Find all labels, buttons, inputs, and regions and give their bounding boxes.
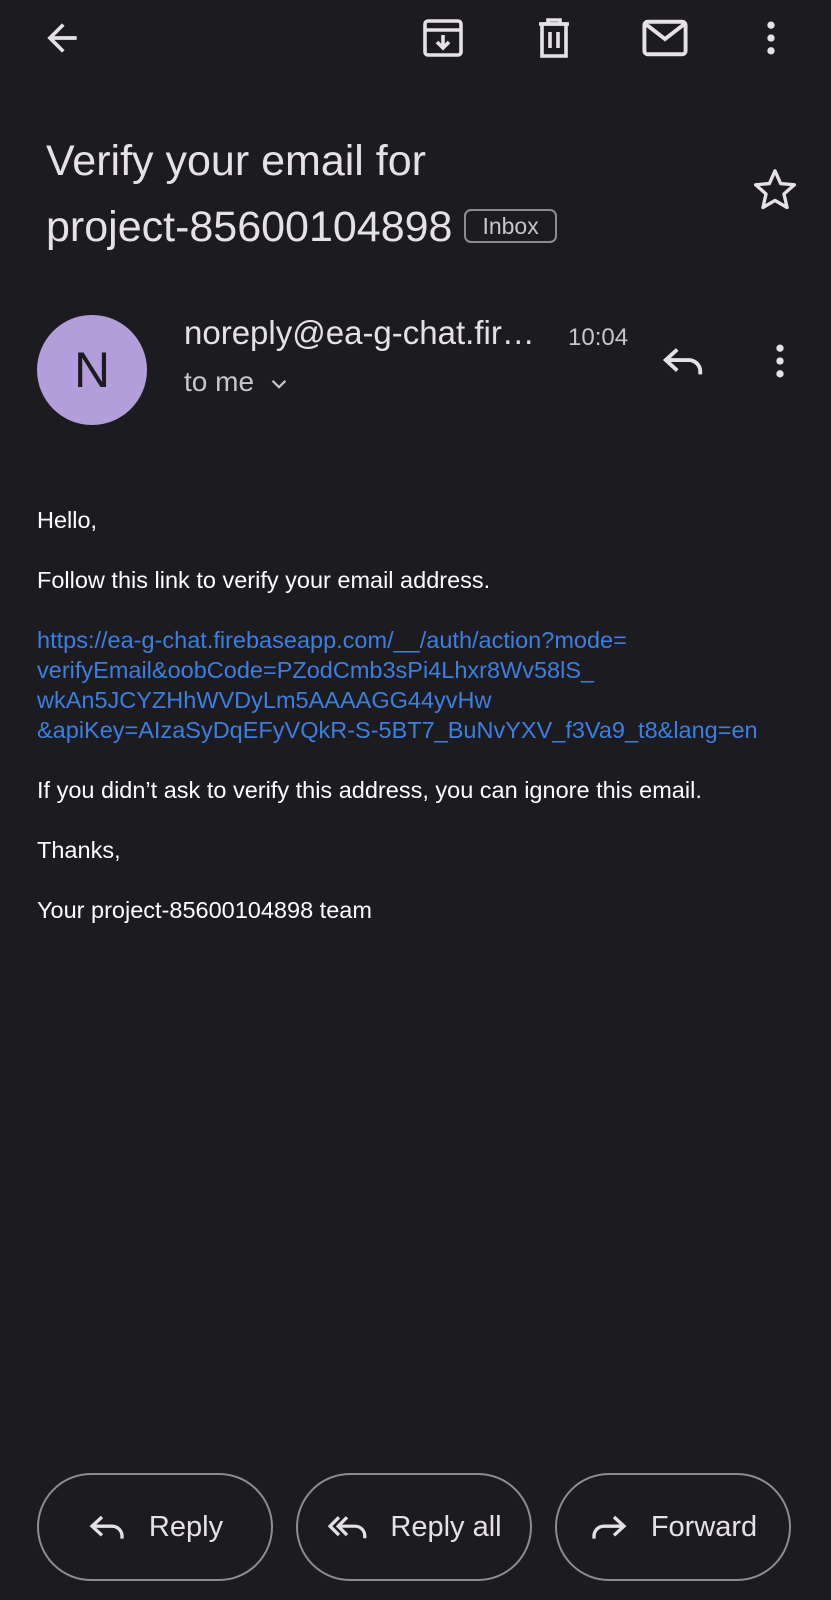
star-button[interactable] [747,162,803,218]
greeting-text: Hello, [37,507,98,533]
signature-text: Your project-85600104898 team [37,897,372,923]
reply-all-icon [328,1516,367,1539]
inbox-label-chip[interactable]: Inbox [464,208,557,243]
verification-link[interactable]: https://ea-g-chat.firebaseapp.com/__/aut… [37,625,817,745]
sender-address: noreply@ea-g-chat.fir… [184,314,535,351]
reply-header-button[interactable] [655,333,711,389]
link-line-2: verifyEmail&oobCode=PZodCmb3sPi4Lhxr8Wv5… [37,657,595,683]
message-more-button[interactable] [752,333,808,389]
chevron-down-icon [271,380,287,389]
email-body: Hello, Follow this link to verify your e… [37,505,817,955]
recipient-details-toggle[interactable]: to me [184,366,290,398]
recipient-summary: to me [184,366,255,397]
reply-button[interactable]: Reply [37,1473,273,1581]
mail-icon [642,19,688,57]
top-app-bar [0,0,831,80]
reply-button-label: Reply [148,1510,224,1543]
link-line-4: &apiKey=AIzaSyDqEFyVQkR-S-5BT7_BuNvYXV_f… [37,717,758,743]
back-button[interactable] [34,10,90,66]
link-line-3: wkAn5JCYZHhWVDyLm5AAAAGG44yvHw [37,687,492,713]
reply-all-button[interactable]: Reply all [296,1473,532,1581]
reply-icon [662,348,703,375]
signoff-text: Thanks, [37,837,121,863]
more-vert-icon [767,21,775,55]
link-line-1: https://ea-g-chat.firebaseapp.com/__/aut… [37,627,627,653]
mark-unread-button[interactable] [637,10,693,66]
forward-button-label: Forward [650,1510,758,1543]
archive-icon [423,19,463,57]
more-options-button[interactable] [743,10,799,66]
subject-line-2: project-85600104898 [46,203,453,251]
sender-avatar: N [37,315,147,425]
message-actions: Reply Reply all Forward [0,1473,831,1585]
star-outline-icon [753,169,797,210]
delete-icon [539,18,569,58]
email-subject: Verify your email for project-8560010489… [46,128,736,260]
arrow-back-icon [47,23,77,53]
delete-button[interactable] [526,10,582,66]
reply-icon [89,1515,124,1539]
ignore-note-text: If you didn’t ask to verify this address… [37,777,702,803]
reply-all-button-label: Reply all [390,1510,502,1543]
more-vert-icon [776,344,784,378]
message-time: 10:04 [568,324,629,351]
forward-icon [592,1515,627,1539]
subject-line-1: Verify your email for [46,137,426,185]
archive-button[interactable] [415,10,471,66]
instruction-text: Follow this link to verify your email ad… [37,567,491,593]
forward-button[interactable]: Forward [555,1473,791,1581]
